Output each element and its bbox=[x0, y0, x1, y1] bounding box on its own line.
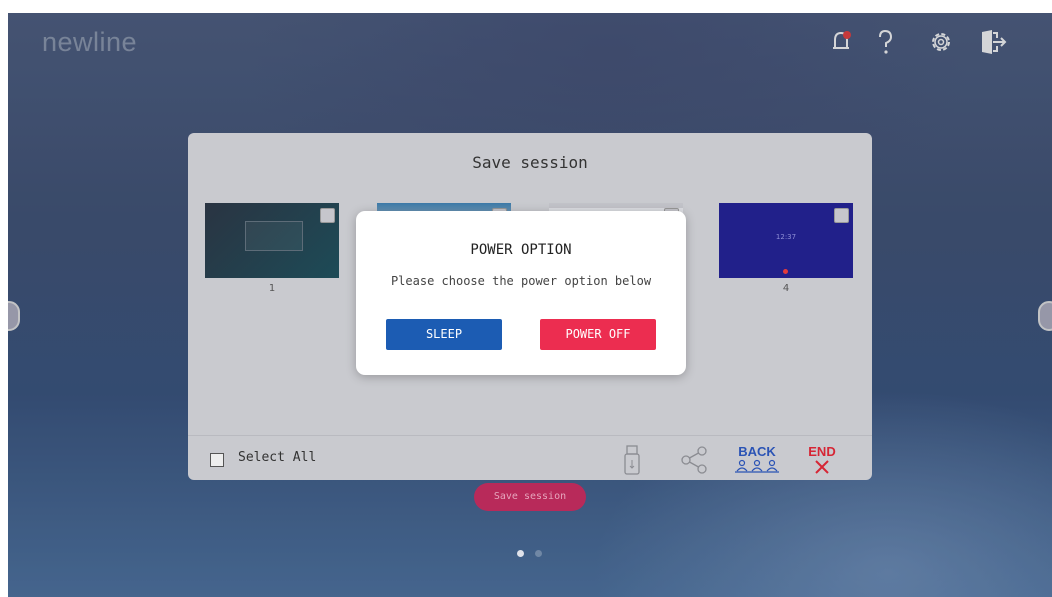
thumbnail-header-preview bbox=[549, 203, 683, 208]
thumbnail-checkbox[interactable] bbox=[834, 208, 849, 223]
session-thumbnail-1[interactable] bbox=[205, 203, 339, 278]
back-people-icon bbox=[735, 459, 779, 473]
thumbnail-checkbox[interactable] bbox=[320, 208, 335, 223]
close-x-icon bbox=[815, 460, 829, 474]
usb-save-icon[interactable] bbox=[620, 444, 644, 476]
thumbnail-label-1: 1 bbox=[268, 283, 276, 294]
end-label: END bbox=[808, 444, 836, 459]
sleep-button[interactable]: SLEEP bbox=[386, 319, 502, 350]
end-button[interactable]: END bbox=[802, 444, 842, 478]
power-off-button[interactable]: POWER OFF bbox=[540, 319, 656, 350]
power-option-dialog: POWER OPTION Please choose the power opt… bbox=[356, 211, 686, 375]
session-thumbnail-4[interactable]: 12:37 bbox=[719, 203, 853, 278]
thumbnail-clock: 12:37 bbox=[775, 233, 797, 241]
power-option-title: POWER OPTION bbox=[470, 242, 572, 258]
thumbnail-dot bbox=[783, 269, 788, 274]
power-option-subtitle: Please choose the power option below bbox=[390, 274, 652, 288]
thumbnail-preview bbox=[245, 221, 303, 251]
page-dot-1[interactable] bbox=[517, 550, 524, 557]
select-all-label[interactable]: Select All bbox=[238, 450, 316, 465]
thumbnail-label-4: 4 bbox=[782, 283, 790, 294]
save-session-button[interactable]: Save session bbox=[474, 483, 586, 511]
share-icon[interactable] bbox=[678, 444, 710, 476]
page-dot-2[interactable] bbox=[535, 550, 542, 557]
select-all-checkbox[interactable] bbox=[210, 453, 224, 467]
session-dialog-footer: Select All BACK END bbox=[188, 435, 872, 481]
back-label: BACK bbox=[738, 444, 776, 459]
save-session-title: Save session bbox=[472, 153, 588, 172]
back-button[interactable]: BACK bbox=[732, 444, 782, 478]
